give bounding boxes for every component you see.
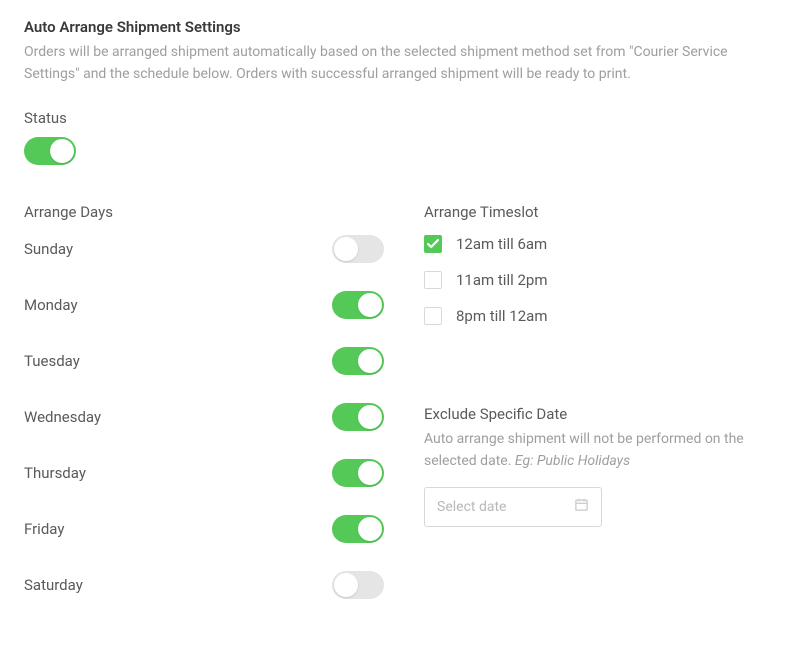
timeslot-row: 12am till 6am (424, 235, 776, 253)
day-toggle-saturday[interactable] (332, 571, 384, 599)
arrange-days-heading: Arrange Days (24, 203, 424, 221)
status-label: Status (24, 109, 776, 127)
timeslot-checkbox[interactable] (424, 307, 442, 325)
day-toggle-thursday[interactable] (332, 459, 384, 487)
timeslot-label: 12am till 6am (456, 235, 547, 253)
day-toggle-sunday[interactable] (332, 235, 384, 263)
day-label: Sunday (24, 240, 73, 258)
timeslot-row: 11am till 2pm (424, 271, 776, 289)
day-row: Tuesday (24, 347, 424, 375)
day-label: Friday (24, 520, 64, 538)
status-toggle[interactable] (24, 137, 76, 165)
day-label: Monday (24, 296, 78, 314)
timeslot-label: 11am till 2pm (456, 271, 547, 289)
day-label: Tuesday (24, 352, 80, 370)
date-placeholder: Select date (437, 499, 506, 515)
arrange-timeslot-heading: Arrange Timeslot (424, 203, 776, 221)
day-row: Monday (24, 291, 424, 319)
day-toggle-monday[interactable] (332, 291, 384, 319)
timeslot-label: 8pm till 12am (456, 307, 547, 325)
day-row: Saturday (24, 571, 424, 599)
timeslot-checkbox[interactable] (424, 271, 442, 289)
day-label: Saturday (24, 576, 83, 594)
exclude-date-heading: Exclude Specific Date (424, 405, 776, 423)
day-row: Friday (24, 515, 424, 543)
calendar-icon (574, 497, 589, 516)
exclude-date-picker[interactable]: Select date (424, 487, 602, 527)
day-row: Sunday (24, 235, 424, 263)
exclude-date-description: Auto arrange shipment will not be perfor… (424, 429, 776, 472)
day-label: Wednesday (24, 408, 101, 426)
day-row: Wednesday (24, 403, 424, 431)
day-row: Thursday (24, 459, 424, 487)
timeslot-checkbox[interactable] (424, 235, 442, 253)
timeslot-row: 8pm till 12am (424, 307, 776, 325)
page-title: Auto Arrange Shipment Settings (24, 18, 776, 36)
page-description: Orders will be arranged shipment automat… (24, 42, 776, 85)
day-toggle-friday[interactable] (332, 515, 384, 543)
day-toggle-tuesday[interactable] (332, 347, 384, 375)
day-label: Thursday (24, 464, 86, 482)
day-toggle-wednesday[interactable] (332, 403, 384, 431)
